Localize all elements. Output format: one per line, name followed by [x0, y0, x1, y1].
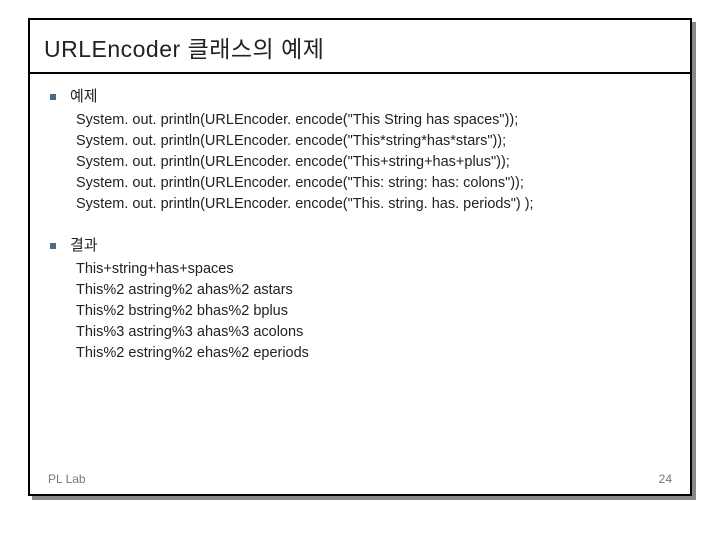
footer-left: PL Lab	[48, 472, 86, 486]
title-area: URLEncoder 클래스의 예제	[30, 20, 690, 74]
result-lines: This+string+has+spaces This%2 astring%2 …	[76, 259, 670, 364]
code-line: System. out. println(URLEncoder. encode(…	[76, 194, 670, 215]
bullet-icon	[50, 94, 56, 100]
result-line: This+string+has+spaces	[76, 259, 670, 280]
content-area: 예제 System. out. println(URLEncoder. enco…	[30, 74, 690, 392]
slide-footer: PL Lab 24	[30, 472, 690, 486]
code-line: System. out. println(URLEncoder. encode(…	[76, 152, 670, 173]
section-label: 예제	[70, 86, 98, 108]
bullet-icon	[50, 243, 56, 249]
result-line: This%2 estring%2 ehas%2 eperiods	[76, 343, 670, 364]
result-line: This%2 astring%2 ahas%2 astars	[76, 280, 670, 301]
example-lines: System. out. println(URLEncoder. encode(…	[76, 110, 670, 215]
result-line: This%3 astring%3 ahas%3 acolons	[76, 322, 670, 343]
footer-page-number: 24	[659, 472, 672, 486]
section-example: 예제 System. out. println(URLEncoder. enco…	[50, 86, 670, 215]
code-line: System. out. println(URLEncoder. encode(…	[76, 173, 670, 194]
slide-frame: URLEncoder 클래스의 예제 예제 System. out. print…	[28, 18, 692, 496]
section-header: 결과	[50, 235, 670, 257]
section-result: 결과 This+string+has+spaces This%2 astring…	[50, 235, 670, 364]
section-header: 예제	[50, 86, 670, 108]
section-label: 결과	[70, 235, 98, 257]
slide-title: URLEncoder 클래스의 예제	[44, 30, 676, 64]
code-line: System. out. println(URLEncoder. encode(…	[76, 110, 670, 131]
result-line: This%2 bstring%2 bhas%2 bplus	[76, 301, 670, 322]
code-line: System. out. println(URLEncoder. encode(…	[76, 131, 670, 152]
